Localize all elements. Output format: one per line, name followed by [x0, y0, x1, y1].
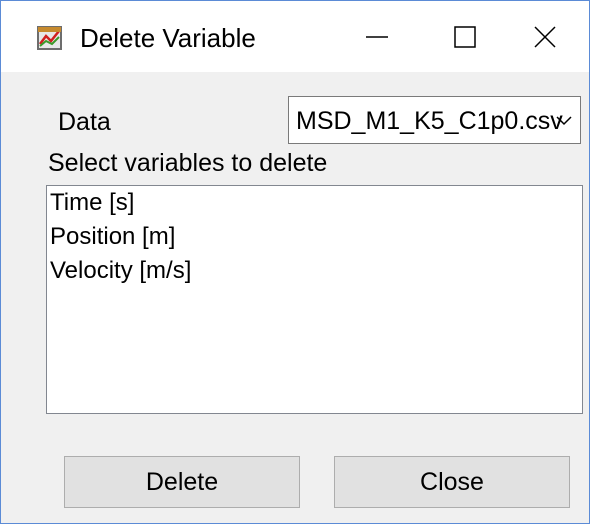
- data-file-selected: MSD_M1_K5_C1p0.csv: [296, 107, 563, 135]
- variables-listbox[interactable]: Time [s] Position [m] Velocity [m/s]: [46, 185, 583, 414]
- list-item[interactable]: Velocity [m/s]: [50, 257, 191, 285]
- delete-variable-dialog: Delete Variable Data MSD_M1_K5_C1p0.csv …: [0, 0, 590, 524]
- list-item[interactable]: Time [s]: [50, 189, 134, 217]
- chart-icon: [37, 26, 62, 50]
- minimize-button[interactable]: [333, 1, 421, 72]
- data-file-dropdown[interactable]: MSD_M1_K5_C1p0.csv: [288, 96, 581, 144]
- list-item[interactable]: Position [m]: [50, 223, 175, 251]
- data-label: Data: [58, 108, 111, 136]
- close-window-button[interactable]: [501, 1, 589, 72]
- title-bar[interactable]: Delete Variable: [1, 1, 589, 72]
- close-icon: [534, 25, 556, 48]
- select-variables-label: Select variables to delete: [48, 149, 328, 177]
- window-title: Delete Variable: [80, 23, 256, 53]
- delete-button[interactable]: Delete: [64, 456, 300, 508]
- maximize-icon: [454, 25, 476, 48]
- close-button[interactable]: Close: [334, 456, 570, 508]
- minimize-icon: [366, 35, 388, 38]
- chevron-down-icon: [556, 116, 572, 126]
- maximize-button[interactable]: [421, 1, 509, 72]
